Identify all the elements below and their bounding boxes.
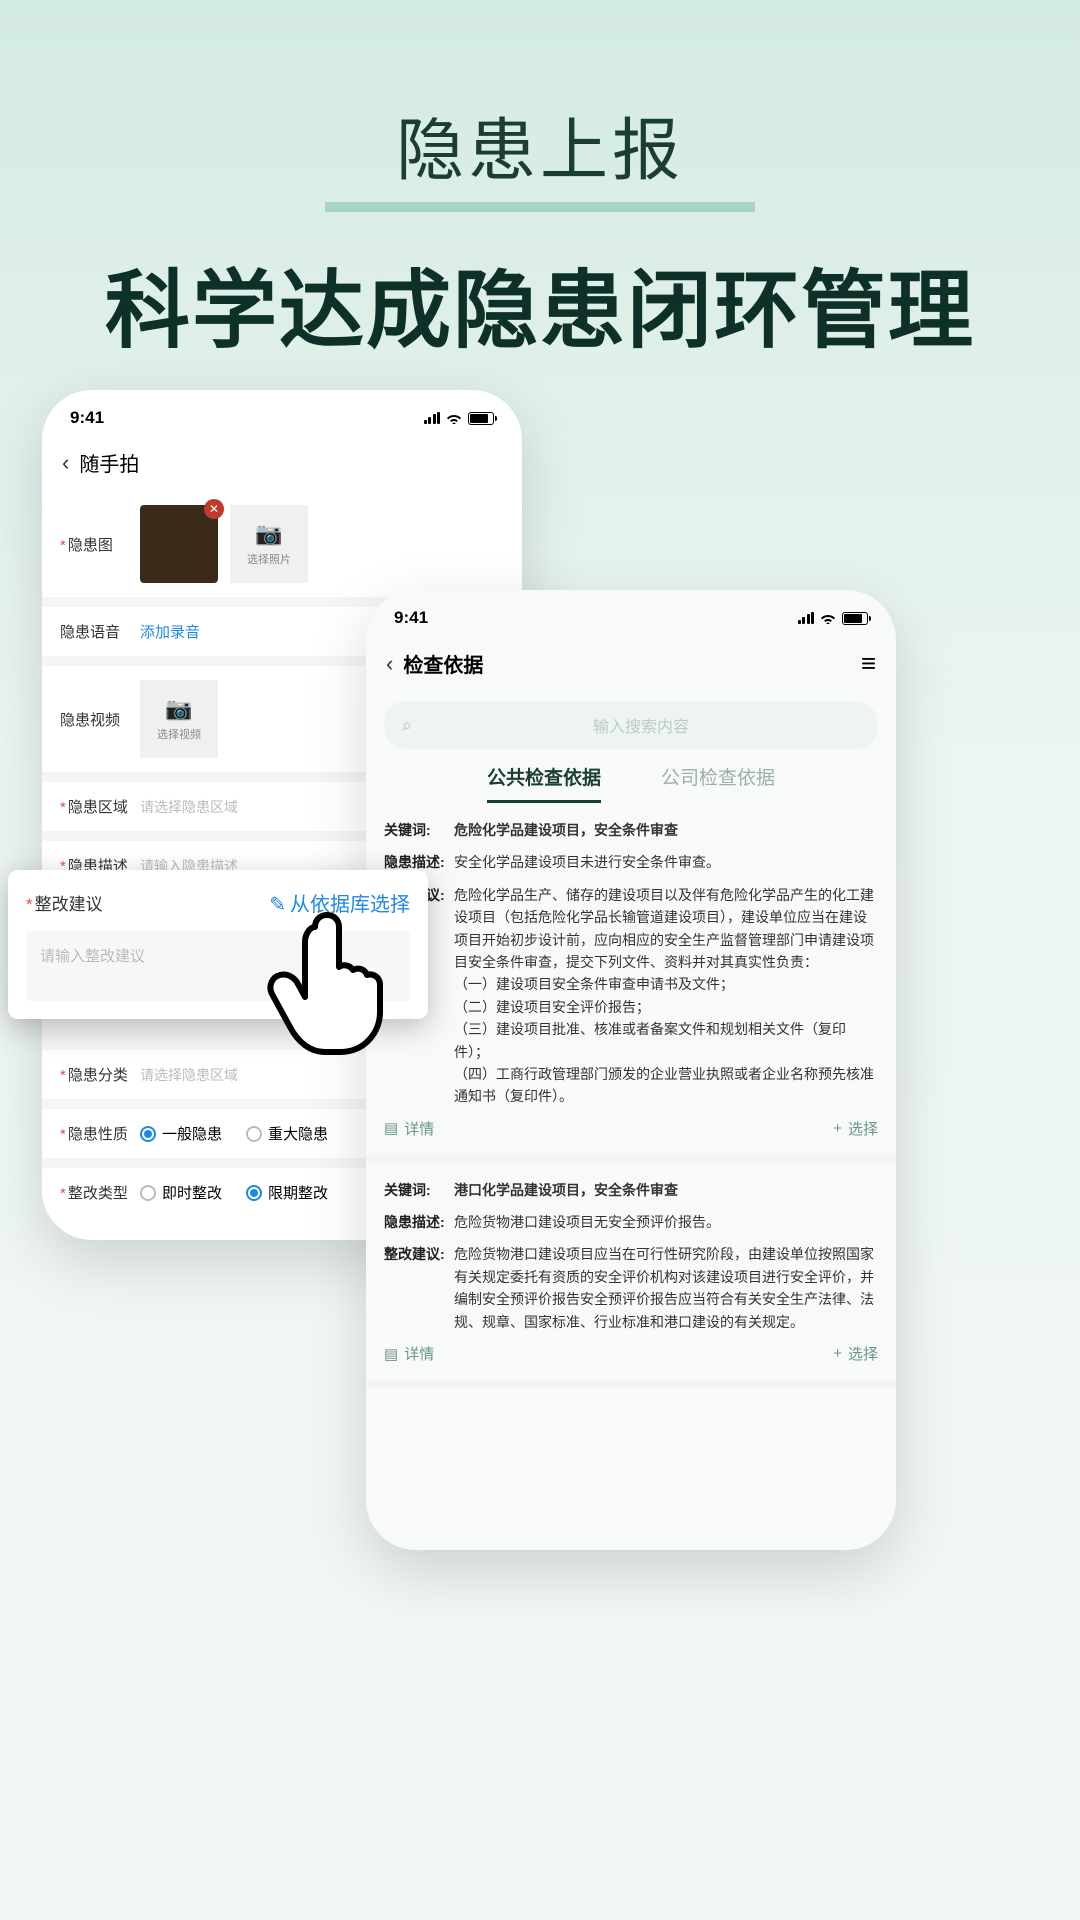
basis-list-item: 关键词:危险化学品建设项目，安全条件审查 隐患描述:安全化学品建设项目未进行安全… xyxy=(366,803,896,1163)
battery-icon xyxy=(842,612,868,625)
wifi-icon xyxy=(820,612,836,624)
signal-icon xyxy=(424,412,441,424)
battery-icon xyxy=(468,412,494,425)
menu-icon[interactable]: ≡ xyxy=(861,648,876,679)
phone-right: 9:41 ‹ 检查依据 ≡ ⌕ 输入搜索内容 公共检查依据 公司检查依据 关键词… xyxy=(366,590,896,1550)
radio-deadline[interactable]: 限期整改 xyxy=(246,1182,328,1203)
select-video-button[interactable]: 📷选择视频 xyxy=(140,680,218,758)
radio-general[interactable]: 一般隐患 xyxy=(140,1123,222,1144)
select-photo-button[interactable]: 📷选择照片 xyxy=(230,505,308,583)
add-record-link[interactable]: 添加录音 xyxy=(140,621,200,642)
wifi-icon xyxy=(446,412,462,424)
suggestion-popup: *整改建议 ✎从依据库选择 请输入整改建议 xyxy=(8,870,428,1019)
status-bar: 9:41 xyxy=(42,390,522,438)
hero-title: 隐患上报 xyxy=(0,95,1080,194)
page-title-right: 检查依据 xyxy=(403,649,483,678)
status-time: 9:41 xyxy=(394,608,428,628)
status-bar-right: 9:41 xyxy=(366,590,896,638)
basis-tabs: 公共检查依据 公司检查依据 xyxy=(366,763,896,803)
page-header-right: ‹ 检查依据 ≡ xyxy=(366,638,896,693)
page-header-left: ‹ 随手拍 xyxy=(42,438,522,491)
radio-immediate[interactable]: 即时整改 xyxy=(140,1182,222,1203)
select-button[interactable]: +选择 xyxy=(833,1343,878,1364)
camera-icon: 📷 xyxy=(255,521,282,547)
detail-icon: ▤ xyxy=(384,1119,398,1137)
basis-list-item: 关键词:港口化学品建设项目，安全条件审查 隐患描述:危险货物港口建设项目无安全预… xyxy=(366,1163,896,1388)
radio-major[interactable]: 重大隐患 xyxy=(246,1123,328,1144)
detail-button[interactable]: ▤详情 xyxy=(384,1343,434,1364)
select-from-library-link[interactable]: ✎从依据库选择 xyxy=(269,888,410,917)
signal-icon xyxy=(798,612,815,624)
hazard-image-row: *隐患图 📷选择照片 xyxy=(42,491,522,597)
hazard-image-thumb[interactable] xyxy=(140,505,218,583)
tab-public-basis[interactable]: 公共检查依据 xyxy=(487,763,601,803)
detail-icon: ▤ xyxy=(384,1345,398,1363)
status-time: 9:41 xyxy=(70,408,104,428)
tab-company-basis[interactable]: 公司检查依据 xyxy=(661,763,775,803)
suggestion-textarea[interactable]: 请输入整改建议 xyxy=(26,931,410,1001)
search-icon: ⌕ xyxy=(402,715,412,736)
plus-icon: + xyxy=(833,1345,842,1362)
detail-button[interactable]: ▤详情 xyxy=(384,1118,434,1139)
hero-section: 隐患上报 科学达成隐患闭环管理 xyxy=(0,0,1080,365)
page-title-left: 随手拍 xyxy=(79,448,139,477)
hero-subtitle: 科学达成隐患闭环管理 xyxy=(0,242,1080,365)
back-icon[interactable]: ‹ xyxy=(386,651,393,677)
search-input[interactable]: ⌕ 输入搜索内容 xyxy=(384,701,878,749)
select-button[interactable]: +选择 xyxy=(833,1118,878,1139)
hero-underline xyxy=(325,202,755,212)
pen-icon: ✎ xyxy=(269,894,286,916)
plus-icon: + xyxy=(833,1120,842,1137)
back-icon[interactable]: ‹ xyxy=(62,450,69,476)
camera-icon: 📷 xyxy=(165,696,192,722)
